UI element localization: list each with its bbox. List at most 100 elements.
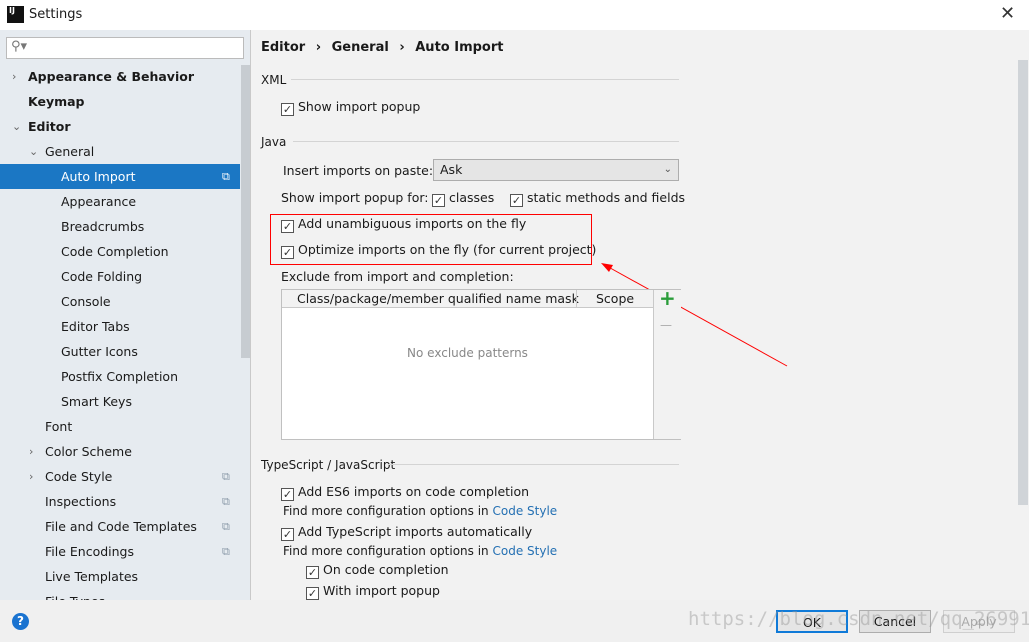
chevron-down-icon[interactable]: ⌄: [12, 114, 21, 139]
sidebar-item-label: File and Code Templates: [45, 519, 197, 534]
breadcrumb-item[interactable]: General: [332, 40, 389, 55]
sidebar-item-editor-tabs[interactable]: Editor Tabs: [0, 314, 240, 339]
project-scope-icon: ⧉: [222, 170, 230, 183]
sidebar-item-code-style[interactable]: › Code Style ⧉: [0, 464, 240, 489]
add-typescript-imports-checkbox[interactable]: ✓ Add TypeScript imports automatically: [281, 524, 532, 541]
add-unambiguous-imports-checkbox[interactable]: ✓ Add unambiguous imports on the fly: [281, 216, 526, 233]
section-java: Java: [261, 135, 287, 149]
sidebar-item-label: General: [45, 144, 95, 159]
checkbox-label: static methods and fields: [527, 190, 686, 205]
sidebar-item-label: Breadcrumbs: [61, 219, 145, 234]
sidebar-item-label: Code Style: [45, 469, 113, 484]
sidebar-item-general[interactable]: ⌄ General: [0, 139, 240, 164]
table-toolbar: + —: [653, 286, 681, 439]
optimize-imports-checkbox[interactable]: ✓ Optimize imports on the fly (for curren…: [281, 242, 596, 259]
sidebar-item-label: Editor Tabs: [61, 319, 130, 334]
intellij-logo-icon: IJ: [7, 6, 24, 23]
settings-panel: Editor › General › Auto Import XML ✓ Show…: [251, 30, 1029, 600]
breadcrumb-item[interactable]: Editor: [261, 40, 305, 55]
checkbox-checked-icon: ✓: [281, 103, 294, 116]
sidebar-item-editor[interactable]: ⌄ Editor: [0, 114, 240, 139]
sidebar-item-label: File Encodings: [45, 544, 135, 559]
checkbox-label: classes: [449, 190, 495, 205]
chevron-right-icon[interactable]: ›: [29, 439, 33, 464]
checkbox-checked-icon: ✓: [281, 220, 294, 233]
sidebar-item-label: Appearance & Behavior: [28, 69, 194, 84]
config-hint: Find more configuration options in Code …: [283, 544, 557, 558]
code-style-link[interactable]: Code Style: [492, 544, 557, 558]
checkbox-checked-icon: ✓: [281, 488, 294, 501]
checkbox-label: Show import popup: [298, 99, 421, 114]
add-es6-imports-checkbox[interactable]: ✓ Add ES6 imports on code completion: [281, 484, 529, 501]
table-header: Class/package/member qualified name mask…: [282, 290, 653, 308]
sidebar-item-label: Inspections: [45, 494, 117, 509]
sidebar-item-color-scheme[interactable]: › Color Scheme: [0, 439, 240, 464]
sidebar-item-code-completion[interactable]: Code Completion: [0, 239, 240, 264]
code-style-link[interactable]: Code Style: [492, 504, 557, 518]
checkbox-label: Optimize imports on the fly (for current…: [298, 242, 597, 257]
sidebar-item-file-and-code-templates[interactable]: File and Code Templates ⧉: [0, 514, 240, 539]
config-hint: Find more configuration options in Code …: [283, 504, 557, 518]
cancel-button[interactable]: Cancel: [859, 610, 931, 633]
sidebar-item-inspections[interactable]: Inspections ⧉: [0, 489, 240, 514]
column-header-mask[interactable]: Class/package/member qualified name mask: [297, 291, 579, 306]
apply-button[interactable]: Apply: [943, 610, 1015, 633]
sidebar-item-label: Font: [45, 419, 73, 434]
project-scope-icon: ⧉: [222, 545, 230, 558]
checkbox-checked-icon: ✓: [281, 246, 294, 259]
remove-icon[interactable]: —: [660, 318, 672, 332]
checkbox-checked-icon: ✓: [306, 587, 319, 600]
sidebar-item-label: Editor: [28, 119, 71, 134]
project-scope-icon: ⧉: [222, 495, 230, 508]
on-code-completion-checkbox[interactable]: ✓ On code completion: [306, 562, 449, 579]
checkbox-label: On code completion: [323, 562, 449, 577]
sidebar-item-code-folding[interactable]: Code Folding: [0, 264, 240, 289]
sidebar-scrollbar-thumb[interactable]: [241, 65, 250, 358]
chevron-down-icon[interactable]: ⌄: [29, 139, 38, 164]
checkbox-checked-icon: ✓: [281, 528, 294, 541]
sidebar-item-breadcrumbs[interactable]: Breadcrumbs: [0, 214, 240, 239]
insert-imports-label: Insert imports on paste:: [283, 163, 434, 178]
column-header-scope[interactable]: Scope: [596, 291, 634, 306]
sidebar-item-font[interactable]: Font: [0, 414, 240, 439]
sidebar-item-smart-keys[interactable]: Smart Keys: [0, 389, 240, 414]
with-import-popup-checkbox[interactable]: ✓ With import popup: [306, 583, 440, 600]
sidebar-item-file-types[interactable]: File Types: [0, 589, 240, 600]
static-methods-checkbox[interactable]: ✓ static methods and fields: [510, 190, 685, 207]
window-title: Settings: [29, 7, 83, 22]
sidebar-item-auto-import[interactable]: Auto Import ⧉: [0, 164, 240, 189]
column-divider: [576, 290, 577, 307]
chevron-right-icon[interactable]: ›: [29, 464, 33, 489]
show-import-popup-xml-checkbox[interactable]: ✓ Show import popup: [281, 99, 420, 116]
search-input[interactable]: ⚲▾: [6, 37, 244, 59]
ok-button[interactable]: OK: [776, 610, 848, 633]
checkbox-checked-icon: ✓: [306, 566, 319, 579]
checkbox-label: Add unambiguous imports on the fly: [298, 216, 527, 231]
help-icon[interactable]: ?: [12, 613, 29, 630]
sidebar-item-live-templates[interactable]: Live Templates: [0, 564, 240, 589]
sidebar-item-label: Keymap: [28, 94, 85, 109]
insert-imports-dropdown[interactable]: Ask ⌄: [433, 159, 679, 181]
search-icon: ⚲▾: [11, 39, 28, 54]
classes-checkbox[interactable]: ✓ classes: [432, 190, 494, 207]
sidebar-item-postfix-completion[interactable]: Postfix Completion: [0, 364, 240, 389]
main-scrollbar-thumb[interactable]: [1018, 60, 1028, 505]
checkbox-checked-icon: ✓: [510, 194, 523, 207]
sidebar-item-gutter-icons[interactable]: Gutter Icons: [0, 339, 240, 364]
add-icon[interactable]: +: [659, 286, 676, 310]
sidebar-item-label: Live Templates: [45, 569, 139, 584]
empty-table-text: No exclude patterns: [407, 346, 528, 360]
sidebar-item-appearance[interactable]: Appearance: [0, 189, 240, 214]
sidebar-item-label: Color Scheme: [45, 444, 132, 459]
close-icon[interactable]: ✕: [1000, 3, 1015, 24]
sidebar-item-appearance-behavior[interactable]: › Appearance & Behavior: [0, 64, 240, 89]
sidebar-item-label: Code Folding: [61, 269, 143, 284]
sidebar-item-keymap[interactable]: Keymap: [0, 89, 240, 114]
title-bar: IJ Settings ✕: [0, 0, 1029, 30]
checkbox-checked-icon: ✓: [432, 194, 445, 207]
chevron-right-icon[interactable]: ›: [12, 64, 16, 89]
divider: [291, 79, 679, 80]
sidebar-item-file-encodings[interactable]: File Encodings ⧉: [0, 539, 240, 564]
sidebar-item-console[interactable]: Console: [0, 289, 240, 314]
exclude-patterns-table[interactable]: Class/package/member qualified name mask…: [281, 286, 681, 440]
